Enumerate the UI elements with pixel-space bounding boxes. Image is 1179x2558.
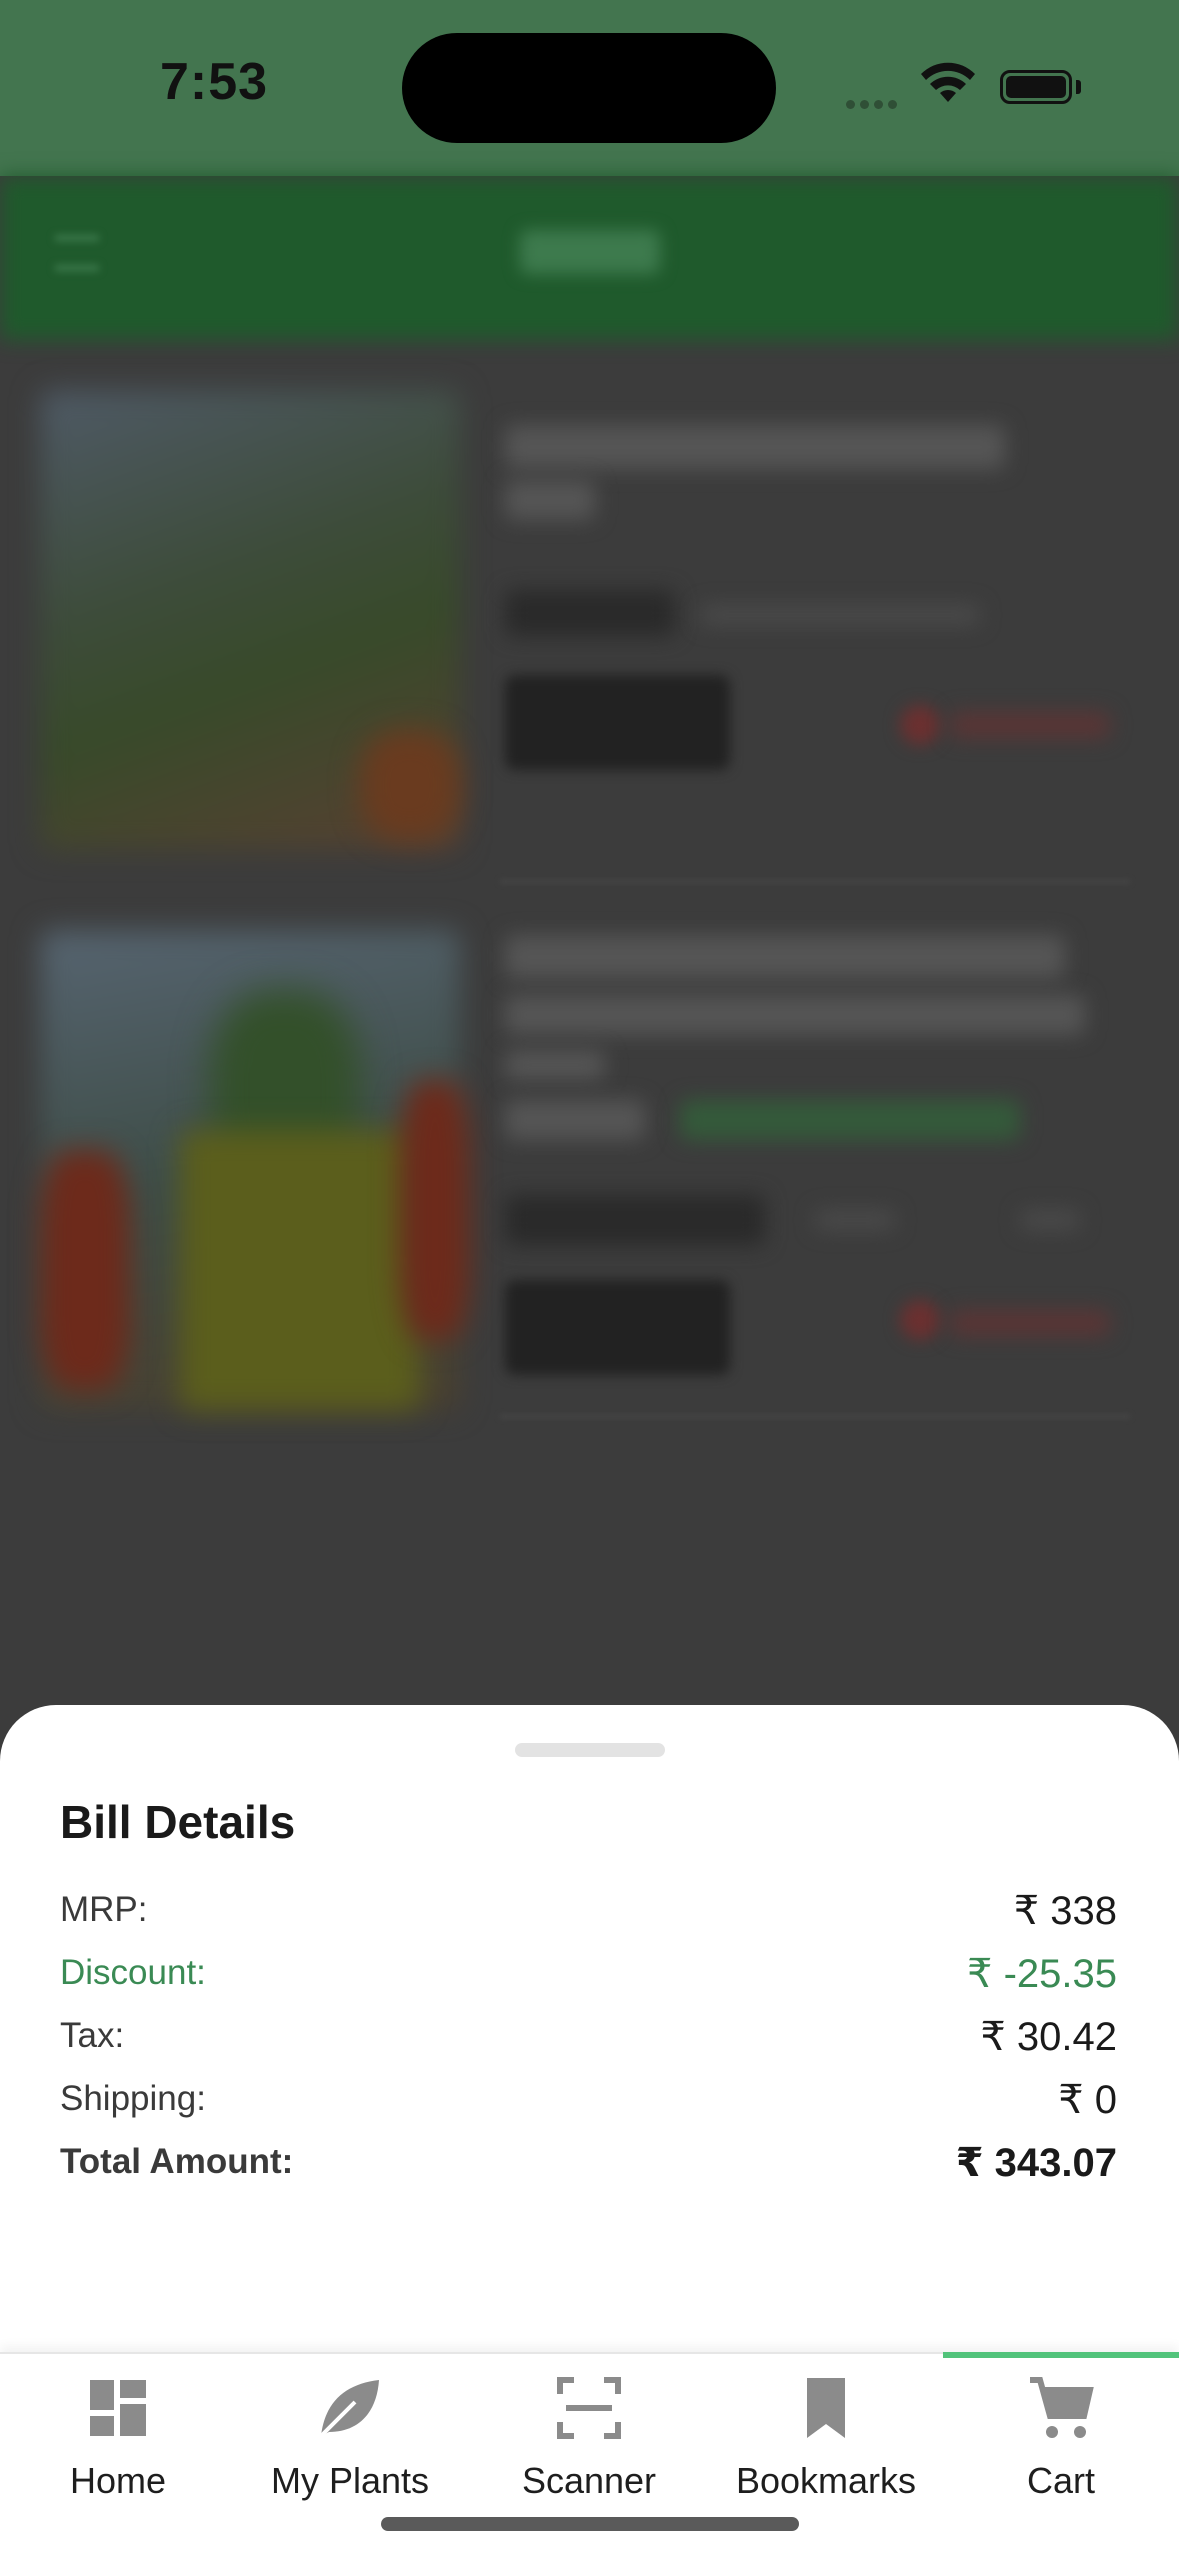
total-label: Total Amount: xyxy=(60,2142,294,2181)
tab-home[interactable]: Home xyxy=(0,2362,236,2512)
tab-my-plants-label: My Plants xyxy=(270,2460,430,2501)
dashboard-icon xyxy=(90,2380,146,2436)
header-title-blurred xyxy=(520,230,660,274)
shipping-label: Shipping: xyxy=(60,2079,206,2118)
total-value: ₹ 343.07 xyxy=(955,2141,1117,2185)
discount-label: Discount: xyxy=(60,1953,206,1992)
remove-icon-1 xyxy=(900,705,940,745)
tab-cart-label: Cart xyxy=(1026,2460,1095,2501)
active-tab-indicator xyxy=(943,2352,1179,2358)
mrp-value: ₹ 338 xyxy=(1013,1889,1117,1933)
home-indicator[interactable] xyxy=(381,2517,799,2531)
leaf-icon xyxy=(319,2380,379,2438)
menu-icon xyxy=(55,235,99,271)
sheet-drag-handle[interactable] xyxy=(515,1743,665,1757)
tab-my-plants[interactable]: My Plants xyxy=(232,2362,468,2512)
discount-value: ₹ -25.35 xyxy=(967,1952,1117,1996)
tab-scanner[interactable]: Scanner xyxy=(471,2362,707,2512)
tax-label: Tax: xyxy=(60,2016,125,2055)
tab-bookmarks[interactable]: Bookmarks xyxy=(708,2362,944,2512)
sheet-title: Bill Details xyxy=(60,1796,296,1848)
scanner-icon xyxy=(557,2377,621,2439)
dynamic-island xyxy=(402,33,776,143)
wifi-icon xyxy=(921,62,975,102)
tab-cart[interactable]: Cart xyxy=(943,2362,1179,2512)
shipping-value: ₹ 0 xyxy=(1058,2078,1117,2122)
cart-icon xyxy=(1030,2377,1094,2438)
tab-home-label: Home xyxy=(69,2460,167,2501)
remove-icon-2 xyxy=(900,1300,940,1340)
tab-scanner-label: Scanner xyxy=(521,2460,657,2501)
battery-icon xyxy=(1000,70,1072,104)
quantity-stepper-1 xyxy=(505,675,730,770)
bookmark-icon xyxy=(807,2378,845,2438)
signal-icon xyxy=(846,96,902,114)
mrp-label: MRP: xyxy=(60,1890,148,1929)
tab-bookmarks-label: Bookmarks xyxy=(735,2460,917,2501)
quantity-stepper-2 xyxy=(505,1280,730,1375)
status-time: 7:53 xyxy=(160,53,269,111)
tax-value: ₹ 30.42 xyxy=(980,2015,1117,2059)
